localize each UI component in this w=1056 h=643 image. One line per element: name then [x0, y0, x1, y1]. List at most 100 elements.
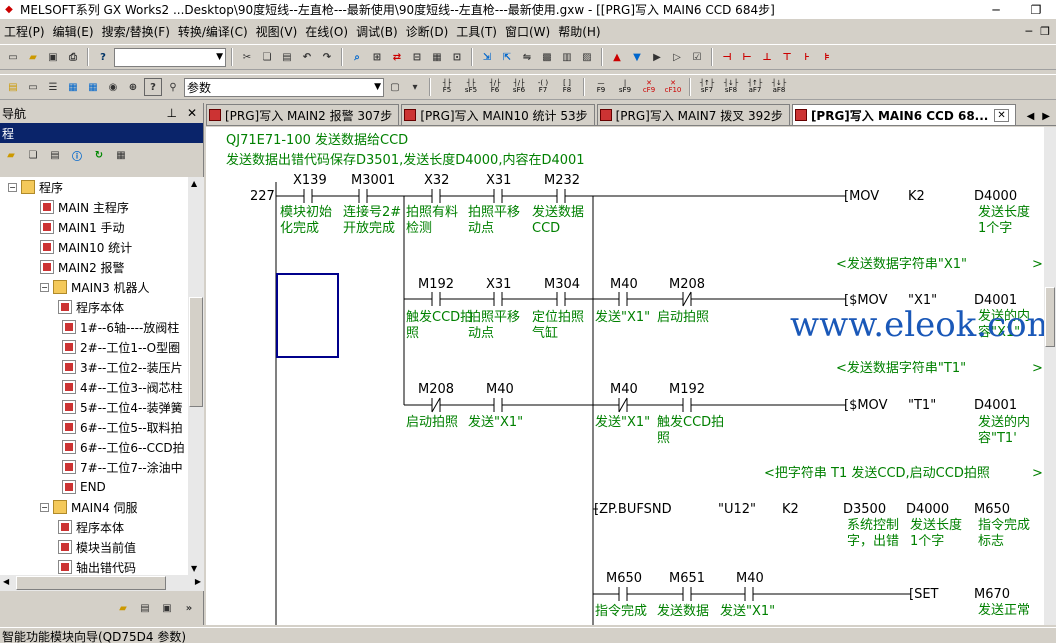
nav-project-icon[interactable]: ▰ — [2, 146, 20, 164]
menu-convert[interactable]: 转换/编译(C) — [176, 23, 254, 40]
instr-mov[interactable]: [MOV — [844, 189, 879, 204]
tree-item[interactable]: 7#--工位7--涂油中 — [62, 457, 183, 477]
operand-d4000-b[interactable]: D4000 — [906, 502, 949, 517]
copy-icon[interactable]: ❏ — [258, 48, 276, 66]
tree-expand-icon[interactable]: − — [40, 502, 49, 512]
tree-scroll-thumb[interactable] — [189, 297, 203, 407]
sf-key-sf5[interactable]: ┤├ sF5 — [460, 80, 482, 94]
zoom-icon[interactable]: ⊕ — [124, 78, 142, 96]
project-view-icon[interactable]: ▤ — [4, 78, 22, 96]
f-key-cf10[interactable]: ✕ cF10 — [662, 80, 684, 94]
tree-item[interactable]: 1#--6轴----放阀柱 — [62, 317, 179, 337]
open-icon[interactable]: ▰ — [24, 48, 42, 66]
restore-icon[interactable]: ❐ — [1016, 3, 1056, 17]
tree-item[interactable]: MAIN2 报警 — [40, 257, 125, 277]
tab-next-icon[interactable]: ▶ — [1042, 111, 1050, 122]
tab-main2[interactable]: [PRG]写入 MAIN2 报警 307步 — [206, 104, 400, 125]
contact-m232[interactable]: M232 — [544, 173, 580, 188]
sf-key-f6[interactable]: ┤/├ F6 — [484, 80, 506, 94]
tree-item[interactable]: 6#--工位5--取料拍 — [62, 417, 183, 437]
tab-main6[interactable]: [PRG]写入 MAIN6 CCD 68... ✕ — [791, 104, 1016, 125]
sf-key-af7[interactable]: ┤↑├ aF7 — [744, 80, 766, 94]
minimize-icon[interactable]: ─ — [976, 3, 1016, 17]
tree-item[interactable]: − MAIN3 机器人 — [40, 277, 150, 297]
nav-option-icon[interactable]: ▦ — [112, 146, 130, 164]
tree-item[interactable]: 5#--工位4--装弹簧 — [62, 397, 183, 417]
contact-m40-nc[interactable]: M40 — [610, 382, 638, 397]
guide-icon[interactable]: ? — [144, 78, 162, 96]
editor-scroll-thumb[interactable] — [1045, 287, 1055, 347]
nav-close-icon[interactable]: ✕ — [187, 106, 197, 120]
operand-k2[interactable]: K2 — [908, 189, 925, 204]
operand-k2-b[interactable]: K2 — [782, 502, 799, 517]
f-key-cf9[interactable]: ✕ cF9 — [638, 80, 660, 94]
dropdown-icon[interactable]: ▾ — [406, 78, 424, 96]
cut-icon[interactable]: ✂ — [238, 48, 256, 66]
menu-find-replace[interactable]: 搜索/替换(F) — [100, 23, 176, 40]
sf-key-f8[interactable]: [ ] F8 — [556, 80, 578, 94]
operand-m670[interactable]: M670 — [974, 587, 1010, 602]
tree-item[interactable]: 3#--工位2--装压片 — [62, 357, 183, 377]
monitor-icon[interactable]: ▩ — [538, 48, 556, 66]
tree-scroll-left-icon[interactable]: ◀ — [3, 577, 9, 586]
toolbar-combo-empty[interactable]: ▼ — [114, 47, 226, 67]
nav-copy-icon[interactable]: ❏ — [24, 146, 42, 164]
contact-m192[interactable]: M192 — [418, 277, 454, 292]
tree-expand-icon[interactable]: − — [40, 282, 49, 292]
tab-main7[interactable]: [PRG]写入 MAIN7 拨叉 392步 — [596, 104, 790, 125]
device-list-icon[interactable]: ▦ — [428, 48, 446, 66]
tree-item[interactable]: MAIN 主程序 — [40, 197, 129, 217]
contact-m40[interactable]: M40 — [610, 277, 638, 292]
page-icon[interactable]: ▢ — [386, 78, 404, 96]
verify-icon[interactable]: ⇋ — [518, 48, 536, 66]
tree-vscroll[interactable]: ▲ ▼ — [188, 177, 204, 575]
menu-view[interactable]: 视图(V) — [254, 23, 304, 40]
tree-item[interactable]: 程序本体 — [58, 297, 124, 317]
tab-main10[interactable]: [PRG]写入 MAIN10 统计 53步 — [401, 104, 595, 125]
watch-icon[interactable]: ◉ — [104, 78, 122, 96]
nav-bottom-user-icon[interactable]: ▤ — [136, 599, 154, 617]
ladder-cursor[interactable] — [276, 273, 339, 358]
instr-smov-t1[interactable]: [$MOV — [844, 398, 887, 413]
undo-icon[interactable]: ↶ — [298, 48, 316, 66]
search-next-icon[interactable]: ⊡ — [448, 48, 466, 66]
menu-window[interactable]: 窗口(W) — [503, 23, 556, 40]
contact-m651[interactable]: M651 — [669, 571, 705, 586]
ladder-del-icon[interactable]: ⊧ — [818, 48, 836, 66]
read-plc-icon[interactable]: ⇱ — [498, 48, 516, 66]
tree-expand-icon[interactable]: − — [8, 182, 17, 192]
nav-pin-icon[interactable]: ⊥ — [166, 106, 176, 120]
contact-m40-d[interactable]: M40 — [736, 571, 764, 586]
nav-property-icon[interactable]: ⓘ — [68, 146, 86, 164]
tree-item[interactable]: 程序本体 — [58, 517, 124, 537]
tree-item[interactable]: END — [62, 477, 106, 497]
check-icon[interactable]: ☑ — [688, 48, 706, 66]
sf-key-f7[interactable]: -( ) F7 — [532, 80, 554, 94]
new-icon[interactable]: ▭ — [4, 48, 22, 66]
device-search-icon[interactable]: ⌕ — [348, 48, 366, 66]
tree-hscroll-thumb[interactable] — [16, 576, 166, 590]
param-combo[interactable]: 参数 ▼ — [184, 77, 384, 97]
contact-m40-b[interactable]: M40 — [486, 382, 514, 397]
f-key-f9[interactable]: — F9 — [590, 80, 612, 94]
print-icon[interactable]: ⎙ — [64, 48, 82, 66]
redo-icon[interactable]: ↷ — [318, 48, 336, 66]
monitor-stop-icon[interactable]: ▥ — [558, 48, 576, 66]
menu-help[interactable]: 帮助(H) — [556, 23, 606, 40]
binoculars-icon[interactable]: ⚲ — [164, 78, 182, 96]
editor-vscroll[interactable] — [1044, 127, 1056, 625]
paste-icon[interactable]: ▤ — [278, 48, 296, 66]
sf-key-f5[interactable]: ┤├ F5 — [436, 80, 458, 94]
sf-key-sf7[interactable]: ┤↑├ sF7 — [696, 80, 718, 94]
entry-icon[interactable]: ▨ — [578, 48, 596, 66]
ladder-coil-icon[interactable]: ⊢ — [738, 48, 756, 66]
contact-m650[interactable]: M650 — [606, 571, 642, 586]
instr-set[interactable]: [SET — [909, 587, 938, 602]
ladder-contact-icon[interactable]: ⊣ — [718, 48, 736, 66]
tree-item[interactable]: MAIN1 手动 — [40, 217, 125, 237]
tree-item[interactable]: − 程序 — [8, 177, 63, 197]
step-icon[interactable]: ▶ — [648, 48, 666, 66]
tree-scroll-down-icon[interactable]: ▼ — [191, 564, 197, 573]
ladder-editor[interactable]: QJ71E71-100 发送数据给CCD 发送数据出错代码保存D3501,发送长… — [206, 127, 1044, 625]
simulate-icon[interactable]: ▷ — [668, 48, 686, 66]
